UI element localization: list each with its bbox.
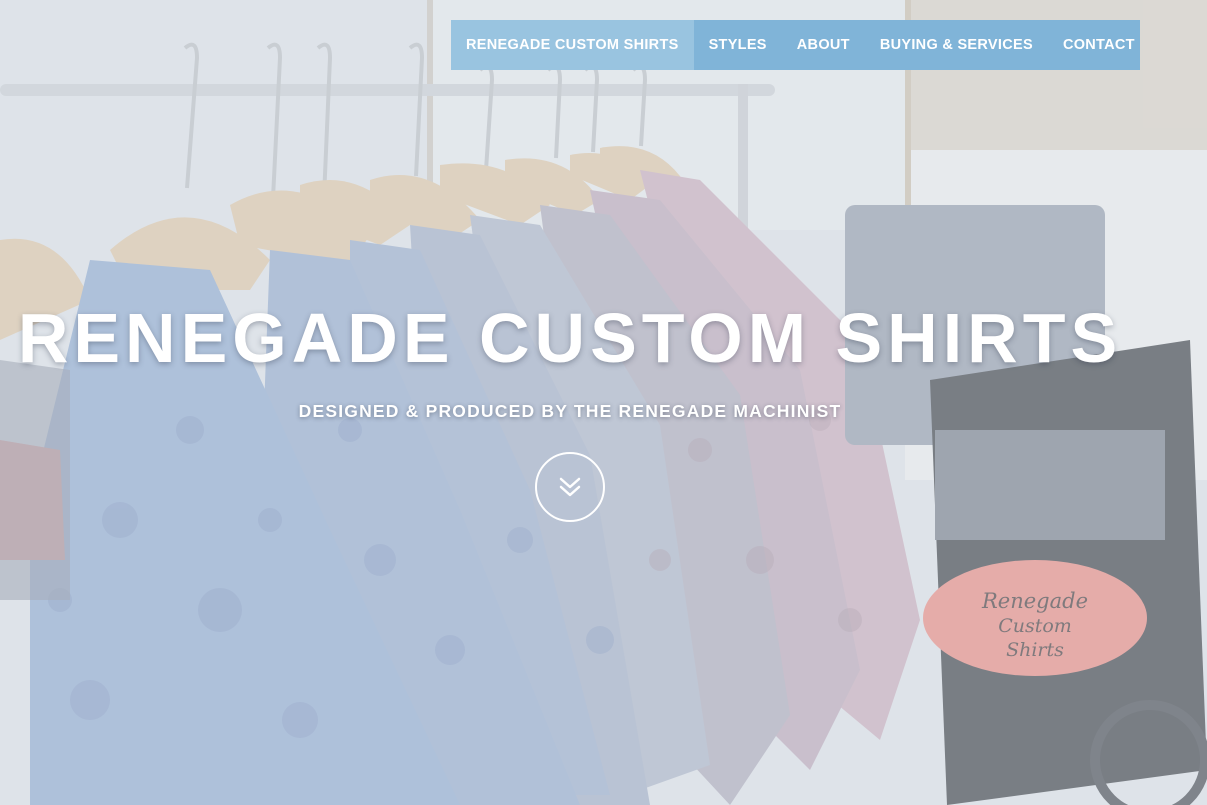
nav-item-home[interactable]: RENEGADE CUSTOM SHIRTS — [451, 20, 694, 70]
double-chevron-down-icon — [559, 477, 581, 497]
nav-item-about[interactable]: ABOUT — [782, 20, 865, 70]
nav-item-styles[interactable]: STYLES — [694, 20, 782, 70]
main-navigation: RENEGADE CUSTOM SHIRTS STYLES ABOUT BUYI… — [451, 20, 1140, 70]
hero-title: RENEGADE CUSTOM SHIRTS — [17, 299, 1123, 377]
nav-item-buying-services[interactable]: BUYING & SERVICES — [865, 20, 1048, 70]
nav-item-contact[interactable]: CONTACT — [1048, 20, 1150, 70]
hero-subtitle: DESIGNED & PRODUCED BY THE RENEGADE MACH… — [298, 401, 842, 421]
scroll-down-button[interactable] — [535, 452, 605, 522]
